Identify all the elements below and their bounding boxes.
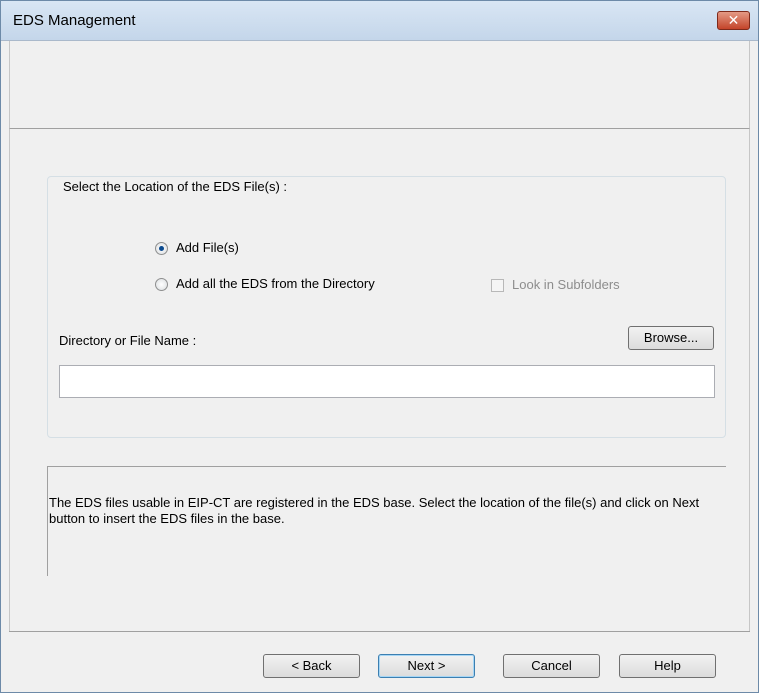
look-in-subfolders-label[interactable]: Look in Subfolders xyxy=(512,277,620,292)
right-border xyxy=(749,129,750,631)
add-files-radio[interactable] xyxy=(155,242,168,255)
add-directory-label[interactable]: Add all the EDS from the Directory xyxy=(176,276,375,291)
window-title: EDS Management xyxy=(13,12,136,29)
close-button[interactable]: ✕ xyxy=(717,11,750,30)
left-border xyxy=(9,129,10,631)
close-icon: ✕ xyxy=(727,12,740,28)
directory-label: Directory or File Name : xyxy=(59,333,197,348)
directory-input[interactable] xyxy=(59,365,715,398)
help-button[interactable]: Help xyxy=(619,654,716,678)
title-bar[interactable]: EDS Management ✕ xyxy=(1,1,758,41)
wizard-header-area xyxy=(9,41,750,129)
info-text: The EDS files usable in EIP-CT are regis… xyxy=(49,495,700,526)
browse-button[interactable]: Browse... xyxy=(628,326,714,350)
location-group-legend: Select the Location of the EDS File(s) : xyxy=(59,179,291,194)
cancel-button[interactable]: Cancel xyxy=(503,654,600,678)
add-directory-radio[interactable] xyxy=(155,278,168,291)
footer-separator xyxy=(9,631,750,632)
look-in-subfolders-checkbox[interactable] xyxy=(491,279,504,292)
eds-management-dialog: EDS Management ✕ Select the Location of … xyxy=(0,0,759,693)
location-groupbox xyxy=(47,176,726,438)
next-button[interactable]: Next > xyxy=(378,654,475,678)
back-button[interactable]: < Back xyxy=(263,654,360,678)
add-files-label[interactable]: Add File(s) xyxy=(176,240,239,255)
